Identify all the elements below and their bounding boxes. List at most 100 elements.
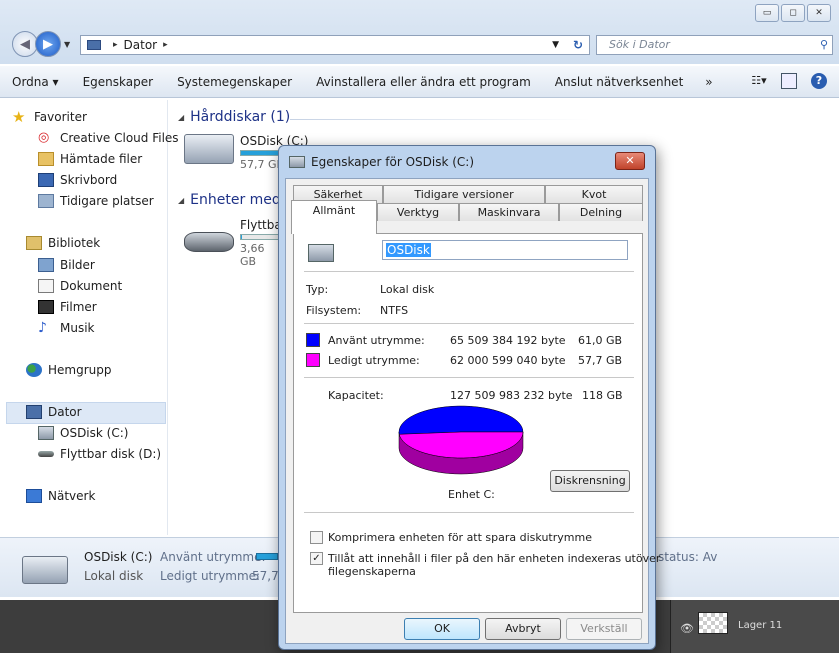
maximize-button[interactable]: ◻: [781, 4, 805, 22]
nav-music[interactable]: ♪ Musik: [38, 321, 95, 335]
address-bar[interactable]: ▸ Dator ▸ ▼ ↻: [80, 35, 590, 55]
details-status: status: Av: [658, 550, 718, 564]
network-icon: [26, 489, 42, 503]
videos-icon: [38, 300, 54, 314]
cancel-button[interactable]: Avbryt: [485, 618, 561, 640]
preview-pane-icon[interactable]: [781, 73, 797, 89]
help-icon[interactable]: ?: [811, 73, 827, 89]
tab-sharing[interactable]: Delning: [559, 203, 643, 221]
drive-info: Flyttbar 3,66 GB: [240, 218, 287, 268]
computer-icon: [87, 40, 101, 50]
apply-button[interactable]: Verkställ: [566, 618, 642, 640]
nav-recent-places[interactable]: Tidigare platser: [38, 194, 154, 208]
details-free-label: Ledigt utrymme:: [160, 569, 261, 583]
nav-osdisk[interactable]: OSDisk (C:): [38, 426, 128, 440]
properties-dialog: Egenskaper för OSDisk (C:) ✕ Säkerhet Ti…: [278, 145, 660, 650]
dialog-title-text: Egenskaper för OSDisk (C:): [311, 155, 475, 169]
tab-general[interactable]: Allmänt: [291, 200, 377, 234]
layer-name[interactable]: Lager 11: [738, 620, 782, 631]
organize-menu[interactable]: Ordna ▾: [0, 75, 71, 89]
dialog-title: Egenskaper för OSDisk (C:): [289, 155, 474, 169]
type-label: Typ:: [306, 283, 329, 296]
nav-downloads[interactable]: Hämtade filer: [38, 152, 142, 166]
tab-previous-versions[interactable]: Tidigare versioner: [383, 185, 545, 203]
window-controls: ▭ ◻ ✕: [755, 4, 831, 22]
free-space-bytes: 62 000 599 040 byte: [450, 354, 566, 367]
drive-usage-bar: [240, 234, 280, 240]
close-icon[interactable]: ✕: [615, 152, 645, 170]
pie-slice-used: [398, 405, 524, 435]
close-button[interactable]: ✕: [807, 4, 831, 22]
view-controls: ☷▾ ?: [751, 73, 827, 89]
creative-cloud-icon: ◎: [38, 130, 50, 145]
nav-pictures[interactable]: Bilder: [38, 258, 95, 272]
address-dropdown-icon[interactable]: ▼: [552, 40, 559, 50]
removable-drive-icon: [38, 451, 54, 457]
nav-libraries[interactable]: Bibliotek: [26, 236, 100, 250]
nav-favorites[interactable]: ★ Favoriter: [12, 110, 87, 125]
ok-button[interactable]: OK: [404, 618, 480, 640]
breadcrumb-separator[interactable]: ▸: [163, 40, 168, 50]
nav-label: Skrivbord: [60, 173, 118, 187]
disk-cleanup-button[interactable]: Diskrensning: [550, 470, 630, 492]
drive-free-size: 3,66 GB: [240, 242, 265, 268]
used-color-swatch: [306, 333, 320, 347]
nav-label: OSDisk (C:): [60, 426, 129, 440]
recent-pages-dropdown[interactable]: ▼: [64, 40, 70, 49]
search-input[interactable]: Sök i Dator ⚲: [596, 35, 833, 55]
nav-label: Hemgrupp: [48, 363, 112, 377]
documents-icon: [38, 279, 54, 293]
group-header-hdd[interactable]: ◢ Hårddiskar (1): [178, 109, 290, 125]
drive-label: Enhet C:: [448, 488, 495, 501]
eye-icon[interactable]: 👁: [680, 622, 694, 635]
group-divider: [290, 119, 590, 120]
tab-hardware[interactable]: Maskinvara: [459, 203, 559, 221]
map-network-drive-button[interactable]: Anslut nätverksenhet: [543, 75, 696, 89]
nav-label: Dokument: [60, 279, 123, 293]
tab-tools[interactable]: Verktyg: [377, 203, 459, 221]
homegroup-icon: [26, 363, 42, 377]
system-properties-button[interactable]: Systemegenskaper: [165, 75, 304, 89]
drive-icon: [289, 156, 305, 168]
breadcrumb-separator[interactable]: ▸: [113, 40, 118, 50]
search-icon[interactable]: ⚲: [820, 36, 828, 54]
nav-creative-cloud[interactable]: ◎ Creative Cloud Files: [38, 130, 179, 146]
nav-computer[interactable]: Dator: [26, 405, 82, 419]
breadcrumb-dator[interactable]: Dator: [124, 38, 158, 52]
nav-removable-disk[interactable]: Flyttbar disk (D:): [38, 447, 161, 461]
compress-checkbox[interactable]: [310, 531, 323, 544]
nav-label: Creative Cloud Files: [60, 131, 179, 145]
downloads-folder-icon: [38, 152, 54, 166]
uninstall-program-button[interactable]: Avinstallera eller ändra ett program: [304, 75, 543, 89]
nav-desktop[interactable]: Skrivbord: [38, 173, 117, 187]
nav-documents[interactable]: Dokument: [38, 279, 122, 293]
tab-quota[interactable]: Kvot: [545, 185, 643, 203]
properties-button[interactable]: Egenskaper: [71, 75, 165, 89]
type-value: Lokal disk: [380, 283, 435, 296]
nav-label: Bibliotek: [48, 236, 101, 250]
details-drive-type: Lokal disk: [84, 569, 144, 583]
view-options-icon[interactable]: ☷▾: [751, 73, 767, 89]
index-label-line2: filegenskaperna: [328, 565, 416, 578]
nav-label: Hämtade filer: [60, 152, 143, 166]
layer-thumbnail[interactable]: [698, 612, 728, 634]
group-title: Enheter med: [190, 192, 281, 208]
command-bar: Ordna ▾ Egenskaper Systemegenskaper Avin…: [0, 66, 839, 98]
nav-homegroup[interactable]: Hemgrupp: [26, 363, 112, 377]
refresh-icon[interactable]: ↻: [573, 38, 583, 52]
index-label-line1: Tillåt att innehåll i filer på den här e…: [328, 552, 661, 565]
nav-videos[interactable]: Filmer: [38, 300, 97, 314]
forward-button[interactable]: ▶: [35, 31, 61, 57]
nav-network[interactable]: Nätverk: [26, 489, 95, 503]
title-bar: ▭ ◻ ✕ ◀ ▶ ▼ ▸ Dator ▸ ▼ ↻ Sök i Dator ⚲: [0, 0, 839, 64]
pictures-icon: [38, 258, 54, 272]
index-checkbox[interactable]: ✓: [310, 552, 323, 565]
more-commands-button[interactable]: »: [695, 75, 722, 89]
volume-name-field[interactable]: OSDisk: [382, 240, 628, 260]
group-header-removable[interactable]: ◢ Enheter med: [178, 192, 281, 208]
details-used-label: Använt utrymme:: [160, 550, 266, 564]
minimize-button[interactable]: ▭: [755, 4, 779, 22]
computer-icon: [26, 405, 42, 419]
drive-tile-d[interactable]: Flyttbar 3,66 GB: [184, 218, 287, 268]
compress-label: Komprimera enheten för att spara diskutr…: [328, 531, 592, 544]
